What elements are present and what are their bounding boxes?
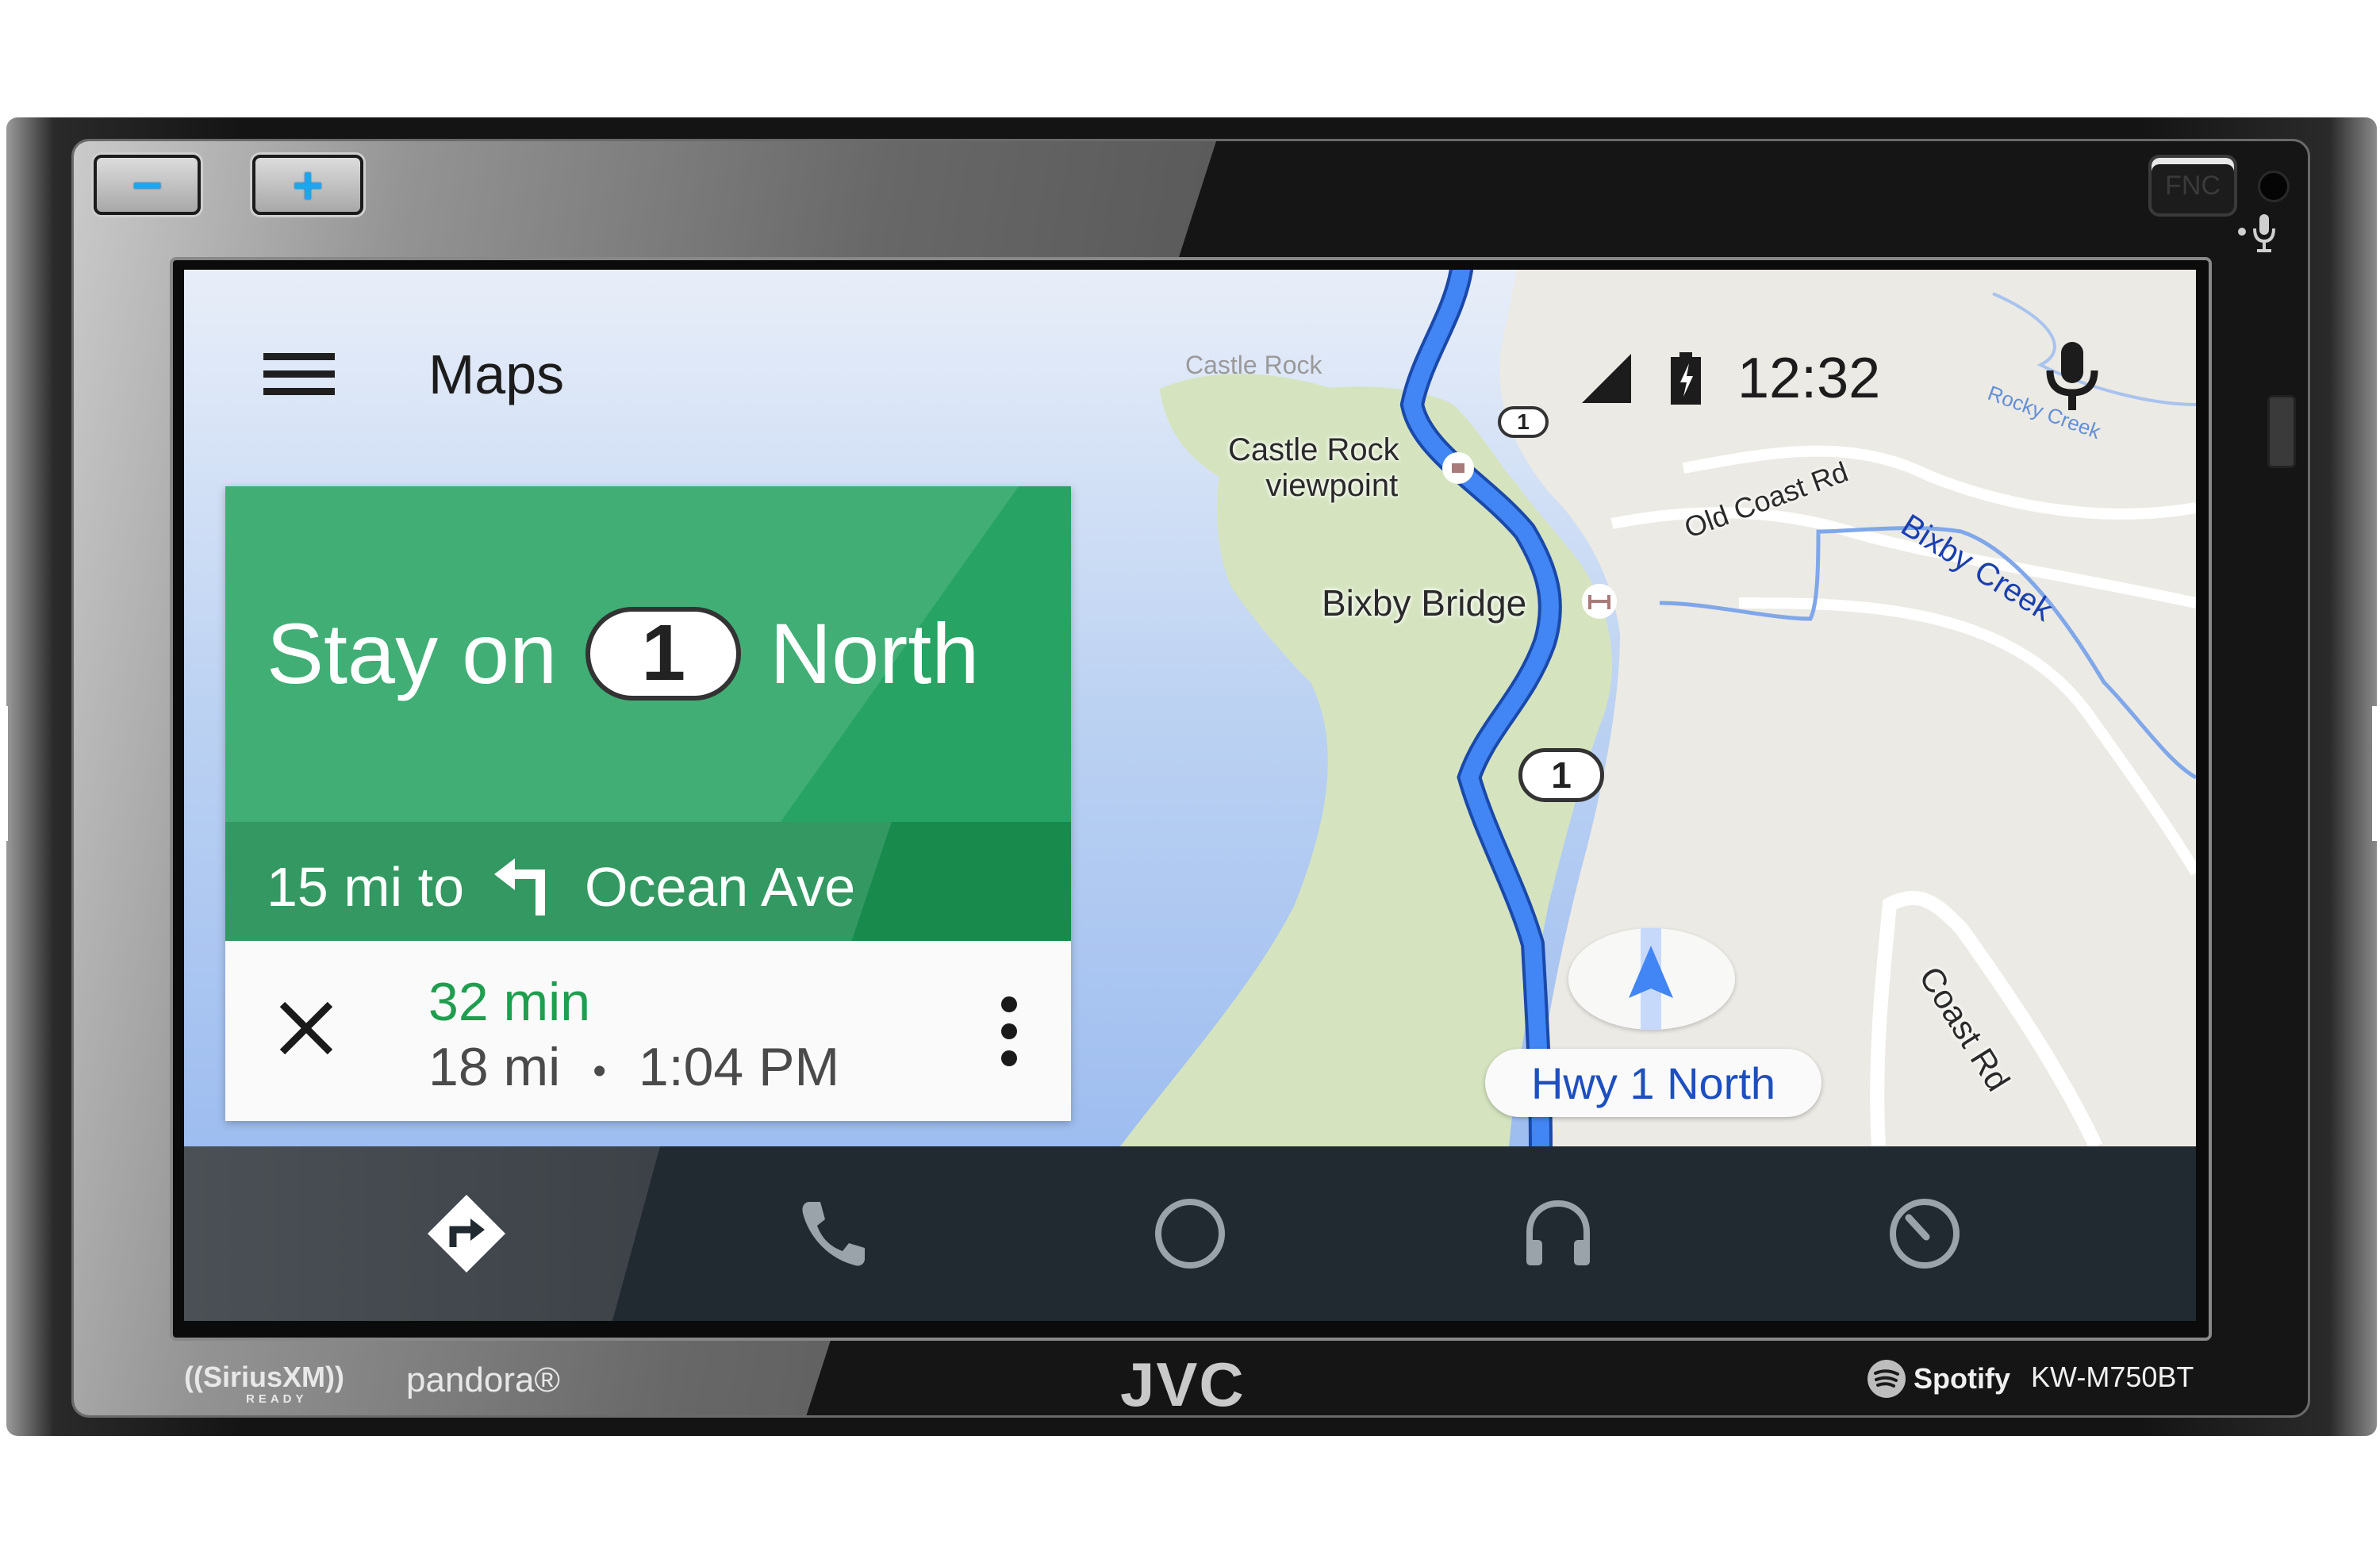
status-bar: 12:32 bbox=[1579, 343, 1880, 414]
more-vert-icon bbox=[1001, 996, 1017, 1012]
dock-media-button[interactable] bbox=[1463, 1146, 1653, 1321]
spotify-icon bbox=[1868, 1360, 1906, 1398]
close-icon bbox=[279, 1001, 333, 1055]
navigation-directions-icon bbox=[428, 1195, 505, 1273]
menu-button[interactable] bbox=[263, 353, 335, 401]
dock-exit-button[interactable] bbox=[1829, 1146, 2020, 1321]
chassis-notch-left bbox=[0, 706, 8, 841]
instruction-suffix: North bbox=[770, 605, 980, 701]
home-circle-icon bbox=[1155, 1199, 1225, 1269]
chassis-notch-right bbox=[2372, 706, 2380, 841]
close-navigation-button[interactable] bbox=[274, 996, 338, 1060]
cell-signal-icon bbox=[1582, 354, 1631, 403]
map-route-shield: 1 bbox=[1498, 406, 1549, 438]
exit-dial-icon bbox=[1890, 1199, 1960, 1269]
phone-icon bbox=[802, 1202, 865, 1266]
minus-icon: − bbox=[132, 155, 163, 214]
ambient-sensor bbox=[2258, 171, 2290, 202]
siriusxm-ready-label: READY bbox=[246, 1392, 308, 1406]
volume-down-button[interactable]: − bbox=[94, 155, 201, 215]
fnc-label: FNC bbox=[2165, 170, 2221, 201]
route-shield: 1 bbox=[585, 606, 742, 701]
clock: 12:32 bbox=[1737, 347, 1881, 410]
side-indicator-slot bbox=[2267, 395, 2296, 468]
eta-separator: • bbox=[593, 1050, 606, 1092]
app-dock bbox=[184, 1146, 2196, 1321]
viewpoint-icon bbox=[1452, 463, 1464, 473]
eta-arrival: 1:04 PM bbox=[638, 1037, 840, 1097]
headphones-icon bbox=[1526, 1200, 1590, 1265]
viewpoint-line-2: viewpoint bbox=[1265, 468, 1399, 503]
next-maneuver-panel[interactable]: 15 mi to Ocean Ave bbox=[225, 822, 1071, 941]
jvc-logo: JVC bbox=[1120, 1349, 1246, 1419]
spotify-logo: Spotify bbox=[1866, 1358, 2010, 1399]
map-route-shield: 1 bbox=[1518, 748, 1604, 802]
dock-navigation-button[interactable] bbox=[371, 1146, 562, 1321]
next-maneuver: 15 mi to Ocean Ave bbox=[267, 855, 855, 919]
navigation-arrow-icon bbox=[1629, 928, 1673, 1030]
eta-details: 18 mi • 1:04 PM bbox=[428, 1036, 839, 1098]
eta-duration: 32 min bbox=[428, 972, 591, 1032]
menu-bar bbox=[263, 388, 335, 395]
current-road-pill: Hwy 1 North bbox=[1485, 1049, 1821, 1117]
hardware-mic-icon bbox=[2238, 214, 2275, 252]
maneuver-panel[interactable]: Stay on 1 North bbox=[225, 486, 1071, 822]
eta-distance: 18 mi bbox=[428, 1037, 561, 1097]
pandora-logo: pandora® bbox=[406, 1361, 560, 1399]
android-auto-screen: Castle Rock Castle Rock viewpoint Bixby … bbox=[184, 270, 2196, 1321]
fnc-button[interactable]: FNC bbox=[2148, 155, 2237, 217]
navigation-card: Stay on 1 North 15 mi to Ocean Ave 32 mi… bbox=[225, 486, 1071, 1121]
map-label-castle-rock-viewpoint: Castle Rock viewpoint bbox=[1228, 432, 1399, 504]
current-location-puck bbox=[1568, 928, 1735, 1030]
more-dot bbox=[1001, 1050, 1017, 1066]
spotify-label: Spotify bbox=[1914, 1362, 2010, 1395]
siriusxm-logo: ((SiriusXM)) bbox=[184, 1361, 344, 1393]
current-road-label: Hwy 1 North bbox=[1530, 1058, 1776, 1108]
instruction-prefix: Stay on bbox=[267, 605, 558, 701]
model-number: KW-M750BT bbox=[2031, 1361, 2194, 1393]
viewpoint-line-1: Castle Rock bbox=[1228, 432, 1399, 467]
microphone-icon bbox=[2046, 342, 2098, 410]
volume-up-button[interactable]: + bbox=[252, 155, 363, 215]
turn-left-icon bbox=[494, 858, 545, 916]
dock-home-button[interactable] bbox=[1095, 1146, 1285, 1321]
app-title: Maps bbox=[428, 344, 565, 405]
next-street: Ocean Ave bbox=[585, 856, 856, 918]
maneuver-instruction: Stay on 1 North bbox=[267, 604, 979, 703]
map-label-castle-rock: Castle Rock bbox=[1185, 351, 1322, 379]
hamburger-menu-icon bbox=[263, 353, 335, 360]
eta-panel: 32 min 18 mi • 1:04 PM bbox=[225, 941, 1071, 1121]
menu-bar bbox=[263, 370, 335, 378]
more-dot bbox=[1001, 1023, 1017, 1039]
plus-icon: + bbox=[292, 155, 324, 214]
battery-charging-icon bbox=[1671, 352, 1701, 405]
more-options-button[interactable] bbox=[993, 996, 1025, 1068]
map-label-bixby-bridge: Bixby Bridge bbox=[1322, 582, 1527, 624]
dock-phone-button[interactable] bbox=[738, 1146, 928, 1321]
next-distance: 15 mi to bbox=[267, 856, 464, 918]
voice-search-button[interactable] bbox=[2040, 337, 2104, 416]
